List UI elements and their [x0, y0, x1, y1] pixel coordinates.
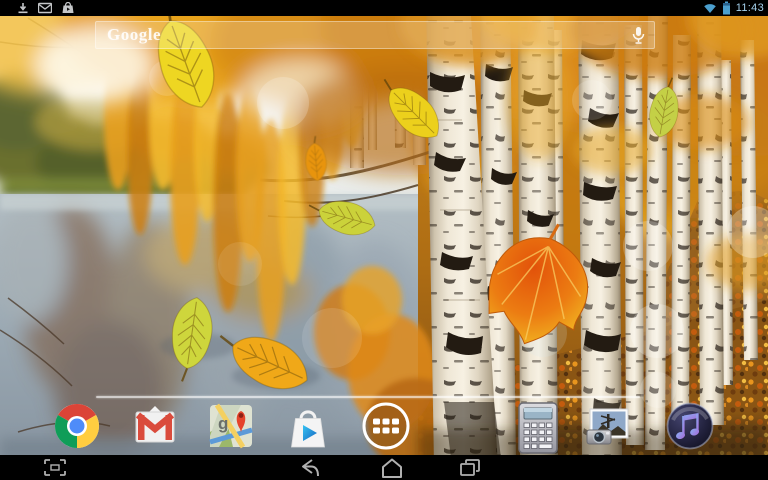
wifi-icon — [703, 2, 717, 14]
dock-item-chrome[interactable] — [53, 402, 101, 454]
screenshot-frame-icon — [44, 459, 66, 476]
home-button[interactable] — [364, 455, 420, 480]
maps-icon: g — [207, 402, 255, 450]
chrome-icon — [53, 402, 101, 450]
status-bar: 11:43 — [0, 0, 768, 16]
dock: g — [0, 400, 768, 456]
gallery-icon — [583, 402, 631, 450]
home-icon — [380, 458, 404, 478]
svg-text:g: g — [218, 414, 228, 433]
all-apps-icon — [362, 402, 410, 450]
google-logo: Google — [96, 25, 161, 45]
play-store-icon — [61, 2, 75, 14]
recents-icon — [458, 458, 482, 478]
back-button[interactable] — [282, 455, 338, 480]
play-store-bag-icon — [284, 402, 332, 450]
dock-item-music[interactable] — [666, 402, 714, 454]
download-icon — [17, 2, 29, 14]
dock-item-play-store[interactable] — [284, 402, 332, 454]
screenshot-button[interactable] — [27, 455, 83, 480]
dock-item-calculator[interactable] — [514, 402, 562, 454]
music-icon — [666, 402, 714, 450]
android-home-screen: 11:43 Google — [0, 0, 768, 480]
navigation-bar — [0, 455, 768, 480]
notification-icons[interactable] — [0, 2, 75, 14]
email-icon — [38, 2, 52, 14]
status-clock: 11:43 — [736, 0, 764, 16]
back-icon — [298, 458, 322, 478]
dock-item-gmail[interactable] — [131, 402, 179, 454]
dock-item-gallery[interactable] — [583, 402, 631, 454]
voice-search-button[interactable] — [632, 26, 654, 45]
gmail-icon — [131, 402, 179, 450]
page-indicator-line — [96, 396, 640, 398]
dock-item-all-apps[interactable] — [362, 402, 410, 454]
calculator-icon — [514, 402, 562, 454]
mic-icon — [632, 26, 645, 45]
system-status-icons[interactable]: 11:43 — [703, 0, 768, 16]
battery-icon — [722, 1, 731, 15]
dock-item-maps[interactable]: g — [207, 402, 255, 454]
recents-button[interactable] — [442, 455, 498, 480]
google-search-widget[interactable]: Google — [95, 21, 655, 49]
